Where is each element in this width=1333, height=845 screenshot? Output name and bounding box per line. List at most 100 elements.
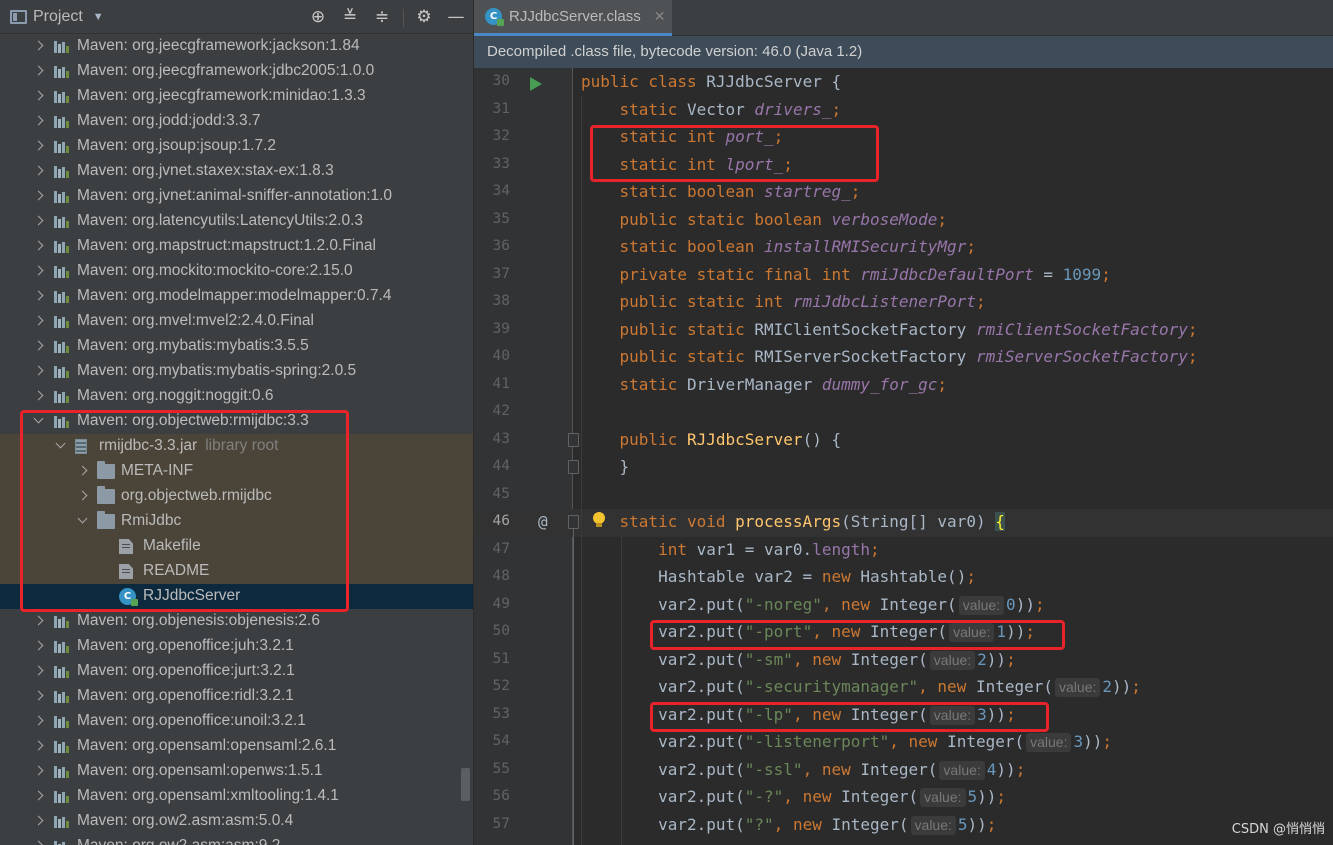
tree-item-library[interactable]: Maven: org.noggit:noggit:0.6 — [0, 384, 473, 409]
code-line[interactable]: 42 — [474, 399, 1333, 427]
chevron-right-icon[interactable] — [32, 739, 46, 753]
chevron-right-icon[interactable] — [32, 614, 46, 628]
chevron-right-icon[interactable] — [32, 139, 46, 153]
chevron-right-icon[interactable] — [32, 689, 46, 703]
tree-item-library[interactable]: Maven: org.ow2.asm:asm:5.0.4 — [0, 809, 473, 834]
chevron-right-icon[interactable] — [32, 339, 46, 353]
chevron-right-icon[interactable] — [32, 264, 46, 278]
code-line[interactable]: 38 public static int rmiJdbcListenerPort… — [474, 289, 1333, 317]
code-area[interactable]: 30 public class RJJdbcServer {31 static V… — [474, 68, 1333, 845]
tree-item-library[interactable]: Maven: org.openoffice:jurt:3.2.1 — [0, 659, 473, 684]
chevron-right-icon[interactable] — [32, 114, 46, 128]
fold-icon[interactable] — [568, 515, 579, 529]
chevron-right-icon[interactable] — [32, 389, 46, 403]
scrollbar-thumb[interactable] — [461, 768, 470, 801]
chevron-right-icon[interactable] — [32, 789, 46, 803]
code-line[interactable]: 37 private static final int rmiJdbcDefau… — [474, 262, 1333, 290]
code-line[interactable]: 41 static DriverManager dummy_for_gc; — [474, 372, 1333, 400]
code-line[interactable]: 56 var2.put("-?", new Integer(value: 5)); — [474, 784, 1333, 812]
target-icon[interactable]: ⊕ — [308, 7, 328, 27]
code-line[interactable]: 54 var2.put("-listenerport", new Integer… — [474, 729, 1333, 757]
tree-item-class[interactable]: C RJJdbcServer — [0, 584, 473, 609]
chevron-down-icon[interactable] — [54, 439, 68, 453]
tree-item-library[interactable]: Maven: org.jeecgframework:jdbc2005:1.0.0 — [0, 59, 473, 84]
chevron-right-icon[interactable] — [32, 814, 46, 828]
code-line[interactable]: 51 var2.put("-sm", new Integer(value: 2))… — [474, 647, 1333, 675]
code-line[interactable]: 39 public static RMIClientSocketFactory … — [474, 317, 1333, 345]
chevron-right-icon[interactable] — [32, 239, 46, 253]
project-view-selector[interactable]: Project ▼ — [10, 7, 104, 27]
tree-item-library[interactable]: Maven: org.mybatis:mybatis:3.5.5 — [0, 334, 473, 359]
code-line[interactable]: 47 int var1 = var0.length; — [474, 537, 1333, 565]
chevron-right-icon[interactable] — [32, 364, 46, 378]
tree-item-library[interactable]: Maven: org.mybatis:mybatis-spring:2.0.5 — [0, 359, 473, 384]
tree-item-library[interactable]: Maven: org.openoffice:juh:3.2.1 — [0, 634, 473, 659]
fold-icon[interactable] — [568, 432, 579, 447]
tree-item-folder[interactable]: META-INF — [0, 459, 473, 484]
tree-item-folder[interactable]: org.objectweb.rmijdbc — [0, 484, 473, 509]
close-icon[interactable]: ✕ — [654, 9, 666, 25]
chevron-right-icon[interactable] — [32, 664, 46, 678]
code-line[interactable]: 45 — [474, 482, 1333, 510]
tree-item-library[interactable]: Maven: org.mvel:mvel2:2.4.0.Final — [0, 309, 473, 334]
tree-item-library[interactable]: Maven: org.latencyutils:LatencyUtils:2.0… — [0, 209, 473, 234]
chevron-right-icon[interactable] — [32, 189, 46, 203]
fold-icon[interactable] — [568, 460, 579, 474]
tree-item-library[interactable]: Maven: org.jsoup:jsoup:1.7.2 — [0, 134, 473, 159]
expand-all-icon[interactable]: ≚ — [340, 7, 360, 27]
code-line[interactable]: 32 static int port_; — [474, 124, 1333, 152]
tree-item-library[interactable]: Maven: org.openoffice:unoil:3.2.1 — [0, 709, 473, 734]
code-line[interactable]: 30 public class RJJdbcServer { — [474, 69, 1333, 97]
chevron-right-icon[interactable] — [32, 314, 46, 328]
code-line[interactable]: 35 public static boolean verboseMode; — [474, 207, 1333, 235]
code-line[interactable]: 40 public static RMIServerSocketFactory … — [474, 344, 1333, 372]
chevron-right-icon[interactable] — [32, 214, 46, 228]
code-line[interactable]: 53 var2.put("-lp", new Integer(value: 3))… — [474, 702, 1333, 730]
tree-item-file[interactable]: README — [0, 559, 473, 584]
tree-item-library[interactable]: Maven: org.mockito:mockito-core:2.15.0 — [0, 259, 473, 284]
tree-item-library[interactable]: Maven: org.objenesis:objenesis:2.6 — [0, 609, 473, 634]
chevron-right-icon[interactable] — [76, 489, 90, 503]
code-line[interactable]: 46 static void processArgs(String[] var0… — [474, 509, 1333, 537]
tree-item-library[interactable]: Maven: org.opensaml:xmltooling:1.4.1 — [0, 784, 473, 809]
chevron-right-icon[interactable] — [76, 464, 90, 478]
annotation-icon[interactable]: @ — [538, 512, 548, 531]
tree-item-library[interactable]: Maven: org.modelmapper:modelmapper:0.7.4 — [0, 284, 473, 309]
tree-item-library[interactable]: Maven: org.jvnet:animal-sniffer-annotati… — [0, 184, 473, 209]
code-line[interactable]: 48 Hashtable var2 = new Hashtable(); — [474, 564, 1333, 592]
code-line[interactable]: 49 var2.put("-noreg", new Integer(value:… — [474, 592, 1333, 620]
tree-item-library[interactable]: Maven: org.jodd:jodd:3.3.7 — [0, 109, 473, 134]
chevron-right-icon[interactable] — [32, 764, 46, 778]
chevron-down-icon[interactable] — [32, 414, 46, 428]
chevron-right-icon[interactable] — [32, 839, 46, 845]
chevron-right-icon[interactable] — [32, 164, 46, 178]
tree-item-library[interactable]: Maven: org.jeecgframework:jackson:1.84 — [0, 34, 473, 59]
tree-item-library[interactable]: Maven: org.opensaml:opensaml:2.6.1 — [0, 734, 473, 759]
lightbulb-icon[interactable] — [592, 512, 606, 528]
tree-item-library[interactable]: Maven: org.openoffice:ridl:3.2.1 — [0, 684, 473, 709]
code-line[interactable]: 33 static int lport_; — [474, 152, 1333, 180]
run-icon[interactable] — [530, 77, 542, 91]
gear-icon[interactable]: ⚙ — [414, 7, 434, 27]
chevron-right-icon[interactable] — [32, 89, 46, 103]
chevron-right-icon[interactable] — [32, 64, 46, 78]
tree-item-library[interactable]: Maven: org.jeecgframework:minidao:1.3.3 — [0, 84, 473, 109]
chevron-right-icon[interactable] — [32, 289, 46, 303]
code-line[interactable]: 57 var2.put("?", new Integer(value: 5)); — [474, 812, 1333, 840]
code-line[interactable]: 36 static boolean installRMISecurityMgr; — [474, 234, 1333, 262]
tree-item-library[interactable]: Maven: org.mapstruct:mapstruct:1.2.0.Fin… — [0, 234, 473, 259]
code-line[interactable]: 52 var2.put("-securitymanager", new Inte… — [474, 674, 1333, 702]
code-line[interactable]: 50 var2.put("-port", new Integer(value: 1… — [474, 619, 1333, 647]
code-line[interactable]: 44 } — [474, 454, 1333, 482]
tree-item-library[interactable]: Maven: org.jvnet.staxex:stax-ex:1.8.3 — [0, 159, 473, 184]
code-line[interactable]: 34 static boolean startreg_; — [474, 179, 1333, 207]
tree-item-library[interactable]: Maven: org.opensaml:openws:1.5.1 — [0, 759, 473, 784]
code-line[interactable]: 43 public RJJdbcServer() { — [474, 427, 1333, 455]
code-line[interactable]: 31 static Vector drivers_; — [474, 97, 1333, 125]
tab-rjjdbcserver[interactable]: C RJJdbcServer.class ✕ — [474, 0, 672, 36]
tree-item-library[interactable]: Maven: org.objectweb:rmijdbc:3.3 — [0, 409, 473, 434]
tree-item-file[interactable]: Makefile — [0, 534, 473, 559]
chevron-right-icon[interactable] — [32, 714, 46, 728]
tree-item-folder[interactable]: RmiJdbc — [0, 509, 473, 534]
chevron-right-icon[interactable] — [32, 639, 46, 653]
